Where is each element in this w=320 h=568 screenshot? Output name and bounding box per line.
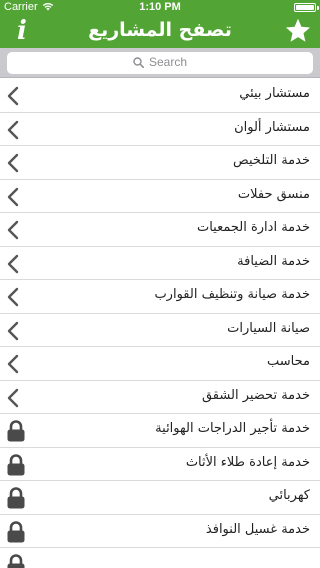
lock-icon <box>6 453 26 476</box>
chevron-left-icon <box>6 120 20 140</box>
search-placeholder: Search <box>148 55 188 69</box>
list-item-label: خدمة تأجير الدراجات الهوائية <box>155 421 310 436</box>
list-item[interactable]: خدمة تأجير الدراجات الهوائية <box>0 414 320 448</box>
search-bar: Search <box>0 48 320 78</box>
chevron-left-icon <box>6 254 20 274</box>
list-item-label: خدمة ادارة الجمعيات <box>196 220 310 235</box>
list-item[interactable]: مستشار بيئي <box>0 79 320 113</box>
list-item-label: خدمة التلخيص <box>233 153 310 168</box>
chevron-left-icon <box>6 388 20 408</box>
list-item[interactable]: خدمة الضيافة <box>0 247 320 280</box>
list-item[interactable]: خدمة غسيل النوافذ <box>0 515 320 548</box>
chevron-left-icon <box>6 86 20 106</box>
list-item[interactable]: مستشار ألوان <box>0 113 320 146</box>
list-item-label: كهربائي <box>268 488 310 503</box>
page-title: تصفح المشاريع <box>88 19 232 41</box>
list-item[interactable]: خدمة ادارة الجمعيات <box>0 213 320 247</box>
chevron-left-icon <box>6 220 20 240</box>
list-item-label: خدمة إعادة طلاء الأثاث <box>185 454 310 470</box>
status-bar: Carrier 1:10 PM <box>0 0 320 14</box>
app-header: Carrier 1:10 PM i تصفح المشاريع <box>0 0 320 48</box>
list-item[interactable]: منسق حفلات <box>0 180 320 213</box>
list-item[interactable]: صيانة السيارات <box>0 314 320 347</box>
chevron-left-icon <box>6 287 20 307</box>
list-item-label: خدمة صيانة وتنظيف القوارب <box>154 287 310 302</box>
list-item-label: منسق حفلات <box>237 186 310 202</box>
lock-icon <box>6 520 26 543</box>
navigation-bar: i تصفح المشاريع <box>0 14 320 48</box>
list-item-label: خدمة الضيافة <box>237 253 310 269</box>
list-item[interactable] <box>0 548 320 568</box>
chevron-left-icon <box>6 354 20 374</box>
chevron-left-icon <box>6 153 20 173</box>
list-item[interactable]: خدمة إعادة طلاء الأثاث <box>0 448 320 481</box>
search-input[interactable]: Search <box>7 52 313 74</box>
search-icon <box>133 57 144 68</box>
status-time: 1:10 PM <box>139 1 181 13</box>
list-item[interactable]: خدمة صيانة وتنظيف القوارب <box>0 280 320 314</box>
list-item[interactable]: خدمة التلخيص <box>0 146 320 180</box>
list-item-label: خدمة غسيل النوافذ <box>205 521 310 537</box>
chevron-left-icon <box>6 321 20 341</box>
chevron-left-icon <box>6 187 20 207</box>
list-item-label: محاسب <box>267 354 310 369</box>
battery-icon <box>294 3 316 12</box>
favorites-star-icon[interactable] <box>284 17 312 45</box>
list-item-label: مستشار بيئي <box>239 86 310 101</box>
project-list: مستشار بيئي مستشار ألوان خدمة التلخيص منسق … <box>0 79 320 568</box>
list-item[interactable]: محاسب <box>0 347 320 381</box>
list-item-label: خدمة تحضير الشقق <box>201 387 310 403</box>
lock-icon <box>6 554 26 568</box>
lock-icon <box>6 420 26 442</box>
list-item-label: مستشار ألوان <box>234 119 310 135</box>
list-item-label: صيانة السيارات <box>227 320 310 336</box>
battery-tip <box>317 6 319 10</box>
lock-icon <box>6 487 26 509</box>
list-item[interactable]: خدمة تحضير الشقق <box>0 381 320 414</box>
list-item[interactable]: كهربائي <box>0 481 320 515</box>
